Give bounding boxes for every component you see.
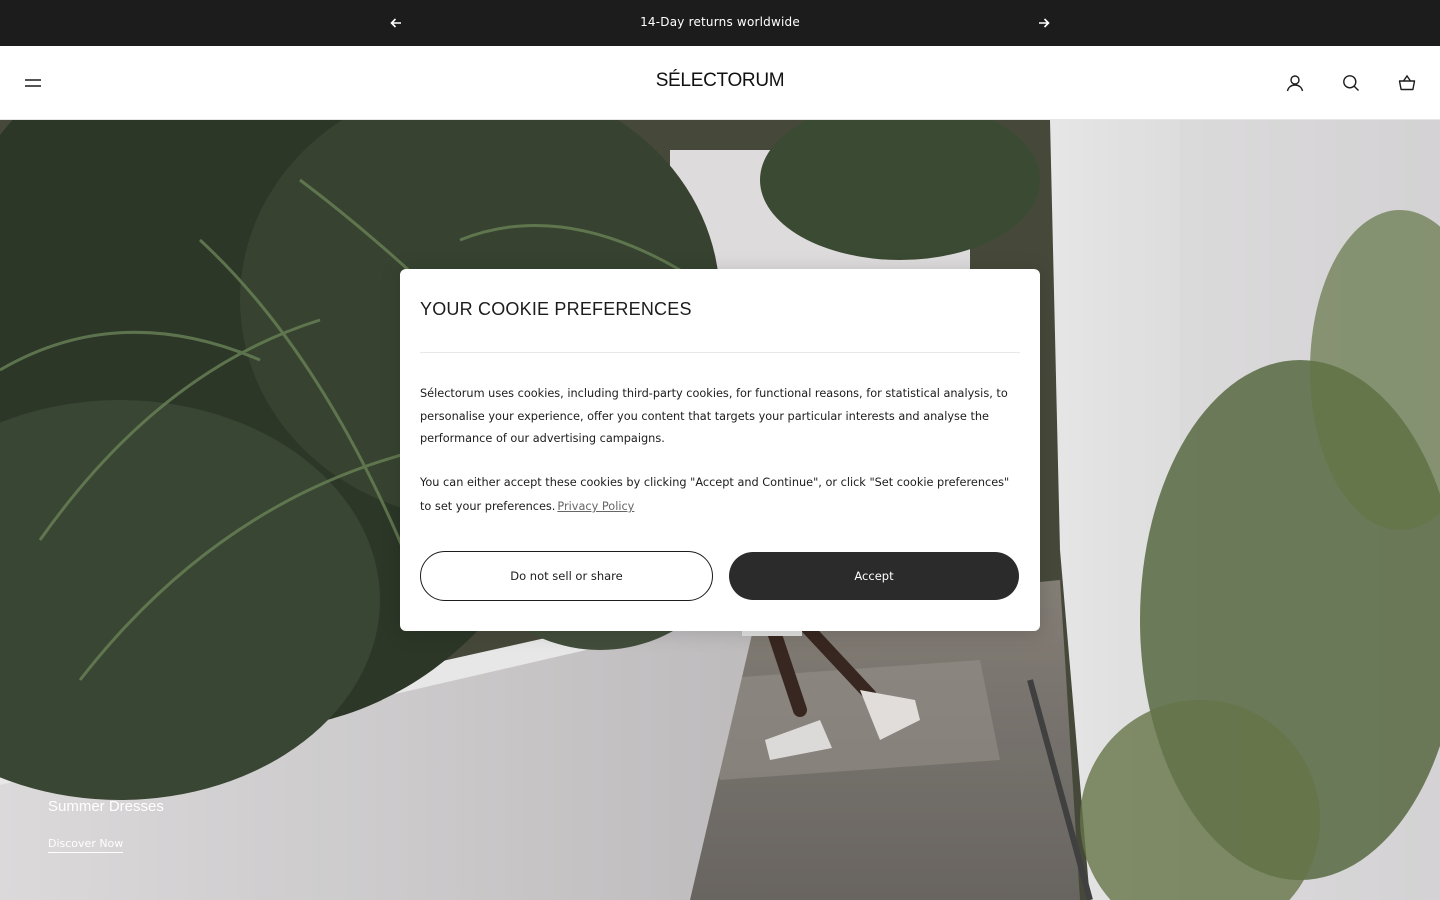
user-icon (1286, 75, 1304, 92)
cookie-preferences-dialog: YOUR COOKIE PREFERENCES Sélectorum uses … (400, 269, 1040, 631)
do-not-sell-button[interactable]: Do not sell or share (420, 551, 713, 601)
cookie-dialog-paragraph-1: Sélectorum uses cookies, including third… (420, 387, 1008, 445)
announcement-bar: 14-Day returns worldwide (0, 0, 1440, 46)
site-header: SÉLECTORUM (0, 46, 1440, 120)
search-button[interactable] (1339, 71, 1363, 95)
shopping-basket-icon (1398, 74, 1416, 91)
discover-now-link[interactable]: Discover Now (48, 837, 124, 853)
hero-caption: Summer Dresses Discover Now (48, 798, 164, 853)
site-logo[interactable]: SÉLECTORUM (0, 70, 1440, 92)
arrow-right-icon (1039, 18, 1050, 28)
cookie-dialog-paragraph-2: You can either accept these cookies by c… (420, 471, 1024, 519)
announcement-message: 14-Day returns worldwide (640, 15, 800, 29)
account-button[interactable] (1283, 71, 1307, 95)
hero-title: Summer Dresses (48, 798, 164, 815)
search-icon (1343, 75, 1359, 91)
announcement-next-button[interactable] (1032, 11, 1056, 35)
accept-button[interactable]: Accept (729, 552, 1019, 600)
cookie-dialog-divider (420, 352, 1020, 353)
privacy-policy-link[interactable]: Privacy Policy (557, 500, 634, 513)
cart-button[interactable] (1395, 71, 1419, 95)
cookie-dialog-paragraph-2-text: You can either accept these cookies by c… (420, 476, 1010, 513)
cookie-dialog-title: YOUR COOKIE PREFERENCES (420, 299, 692, 319)
